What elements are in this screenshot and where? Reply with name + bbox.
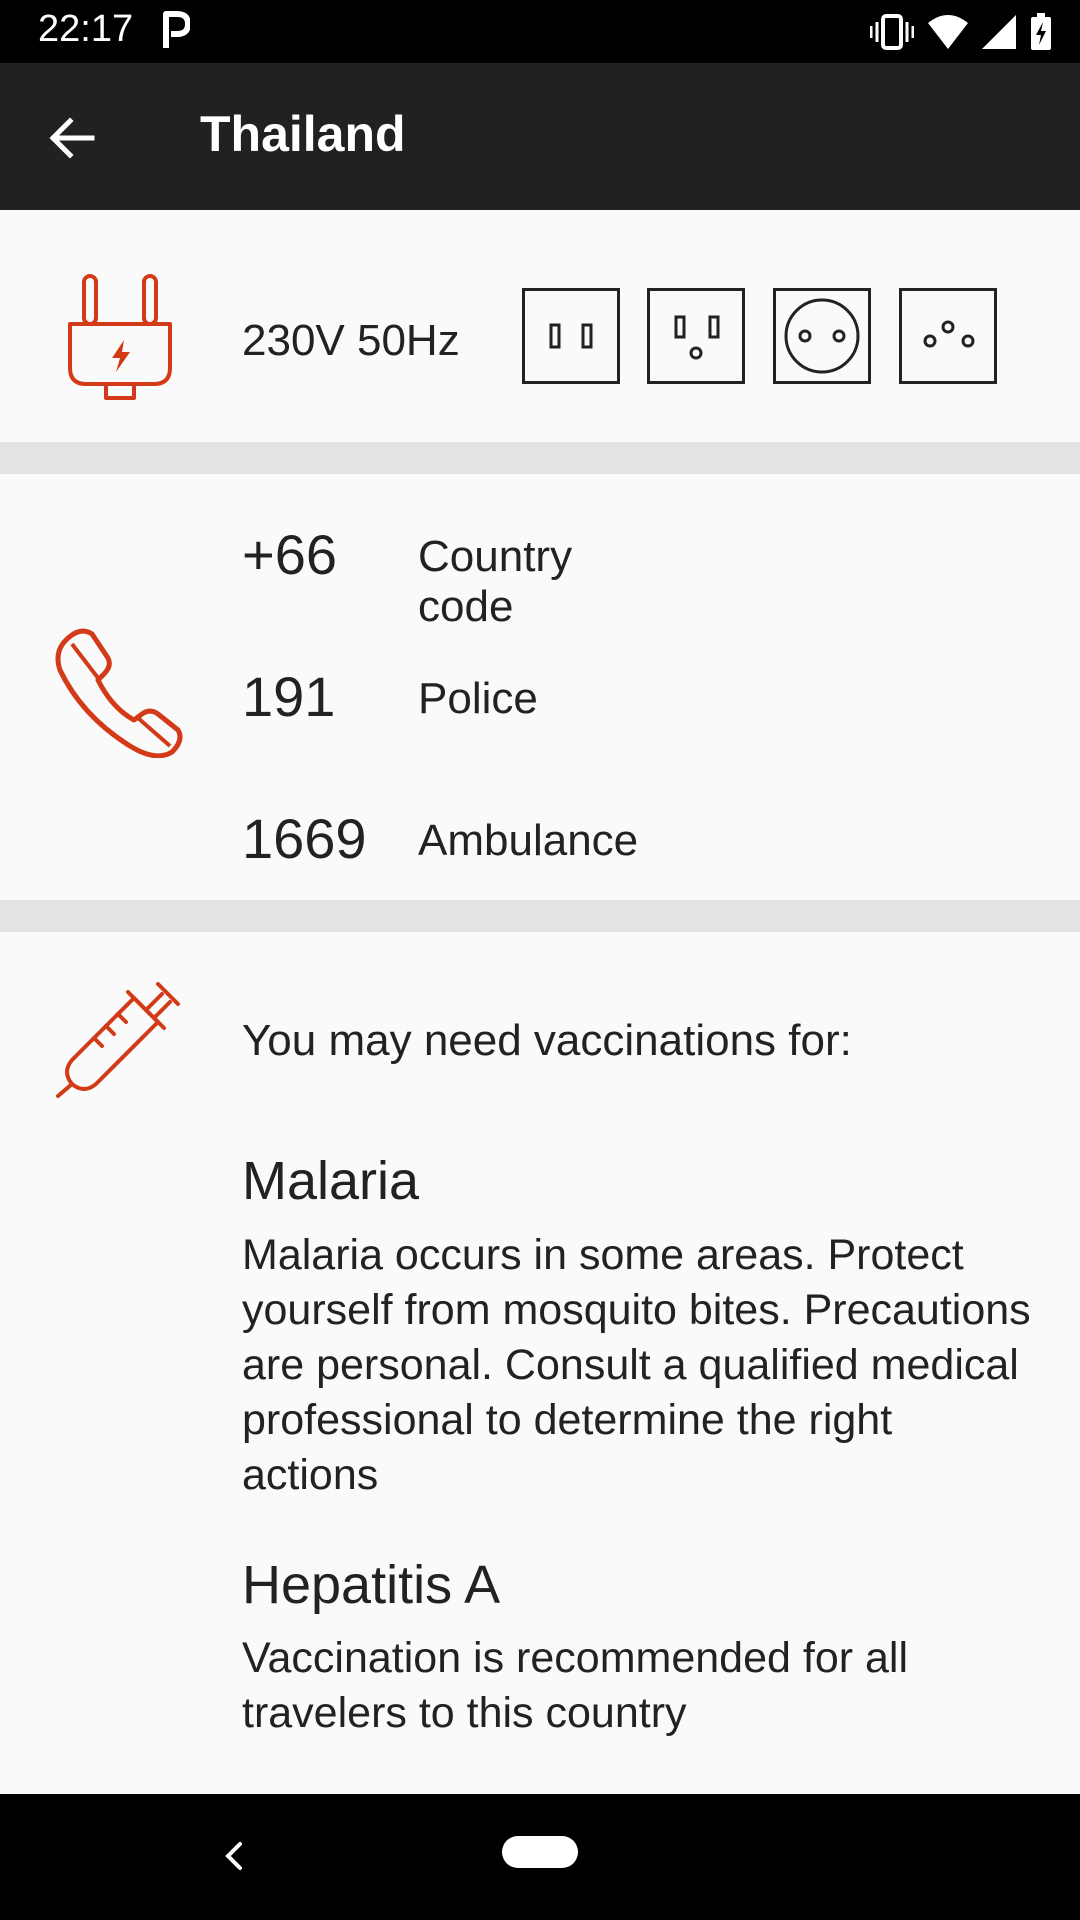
vaccination-name: Hepatitis A xyxy=(242,1555,501,1615)
wifi-icon xyxy=(928,15,968,49)
phone-label: Country code xyxy=(418,532,573,631)
voltage-label: 230V 50Hz xyxy=(242,316,460,365)
socket-type-o-icon xyxy=(899,288,997,384)
vaccination-description: Malaria occurs in some areas. Protect yo… xyxy=(242,1231,1031,1499)
socket-type-b-icon xyxy=(647,288,745,384)
home-pill-button[interactable] xyxy=(502,1836,578,1868)
battery-charging-icon xyxy=(1031,13,1051,50)
phone-label: Police xyxy=(418,674,538,723)
navigation-bar xyxy=(0,1794,1080,1920)
page-title: Thailand xyxy=(200,106,406,162)
phone-number[interactable]: 191 xyxy=(242,664,335,729)
status-bar: 22:17 xyxy=(0,0,1080,63)
nav-back-icon[interactable] xyxy=(218,1834,248,1878)
app-bar: Thailand xyxy=(0,63,1080,210)
vibrate-icon xyxy=(870,14,914,50)
socket-type-c-icon xyxy=(773,288,871,384)
phone-label: Ambulance xyxy=(418,816,639,865)
signal-icon xyxy=(982,15,1016,49)
phone-number[interactable]: 1669 xyxy=(242,806,367,871)
vaccination-section: You may need vaccinations for: Malaria M… xyxy=(0,932,1080,1794)
section-divider xyxy=(0,442,1080,474)
vaccination-name: Malaria xyxy=(242,1151,420,1211)
plug-icon xyxy=(68,274,172,400)
vaccination-description: Vaccination is recommended for all trave… xyxy=(242,1634,909,1737)
phone-number[interactable]: +66 xyxy=(242,522,337,587)
back-arrow-icon[interactable] xyxy=(40,106,104,170)
section-divider xyxy=(0,900,1080,932)
parking-notification-icon xyxy=(163,11,190,48)
phone-section: +66 Country code 191 Police 1669 Ambulan… xyxy=(0,474,1080,900)
syringe-icon xyxy=(56,982,180,1098)
socket-type-a-icon xyxy=(522,288,620,384)
status-time: 22:17 xyxy=(38,8,134,50)
vaccination-intro: You may need vaccinations for: xyxy=(242,1016,852,1065)
phone-icon xyxy=(55,628,183,758)
power-section: 230V 50Hz xyxy=(0,210,1080,442)
